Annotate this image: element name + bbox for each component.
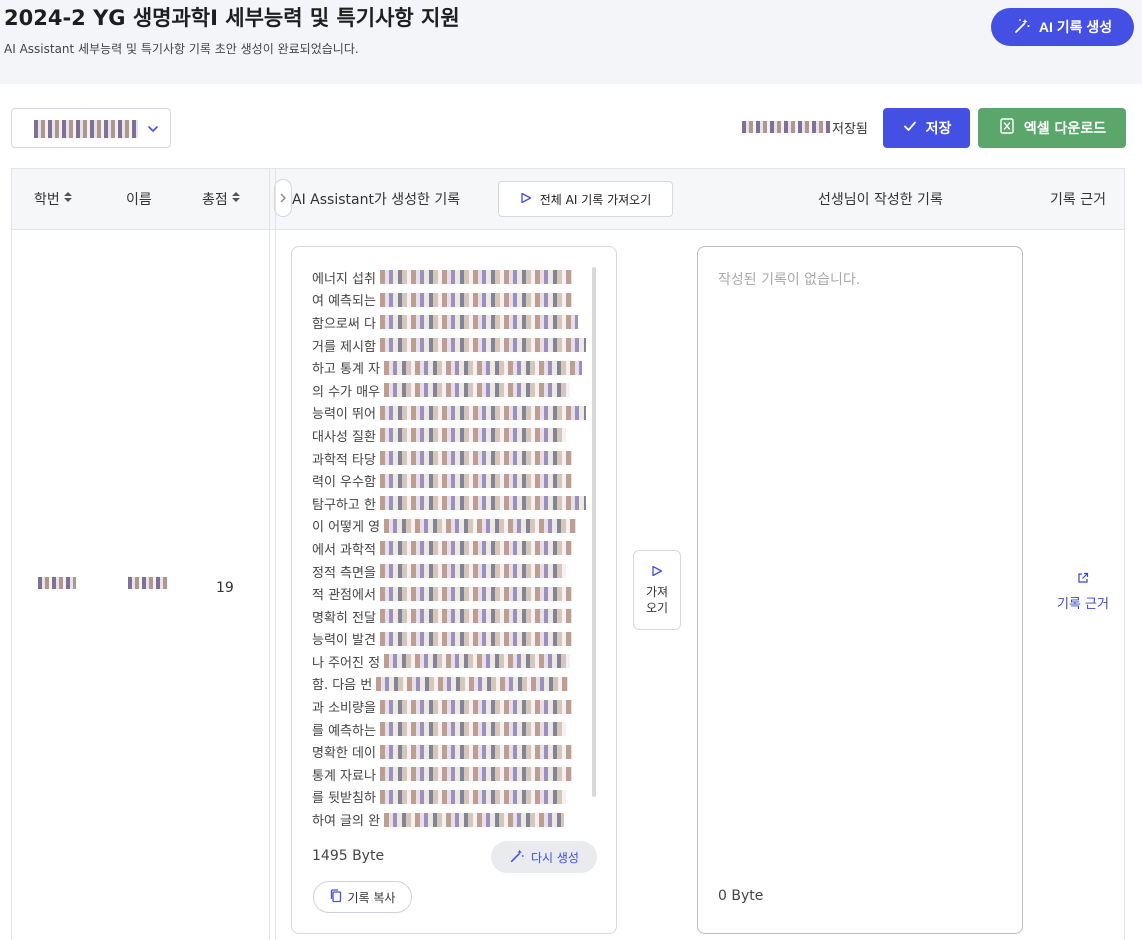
text-line: 함으로써 다 bbox=[312, 311, 590, 334]
teacher-record-textarea[interactable]: 작성된 기록이 없습니다. 0 Byte bbox=[697, 246, 1023, 934]
chevron-right-icon bbox=[279, 189, 287, 208]
evidence-header: 기록 근거 bbox=[1050, 192, 1106, 208]
text-line: 에서 과학적 bbox=[312, 537, 590, 560]
student-name-redacted bbox=[128, 577, 168, 589]
teacher-record-placeholder: 작성된 기록이 없습니다. bbox=[718, 272, 861, 288]
evidence-link[interactable]: 기록 근거 bbox=[1052, 572, 1114, 612]
save-button[interactable]: 저장 bbox=[883, 108, 970, 148]
text-line: 의 수가 매우 bbox=[312, 379, 590, 402]
ai-byte-count: 1495 Byte bbox=[312, 848, 385, 864]
saved-status: 저장됨 bbox=[742, 117, 868, 137]
check-icon bbox=[902, 118, 918, 138]
fetch-record-label: 가져오기 bbox=[645, 584, 669, 615]
text-line: 를 예측하는 bbox=[312, 718, 590, 741]
class-select[interactable] bbox=[11, 108, 171, 148]
text-line: 를 뒷받침하 bbox=[312, 786, 590, 809]
sort-student-id[interactable]: 학번 bbox=[34, 189, 73, 209]
text-line: 하고 통계 자 bbox=[312, 356, 590, 379]
text-line: 과 소비량을 bbox=[312, 695, 590, 718]
ai-generate-label: AI 기록 생성 bbox=[1038, 19, 1113, 35]
text-line: 거를 제시함 bbox=[312, 334, 590, 357]
ai-record-text[interactable]: 에너지 섭취 여 예측되는 함으로써 다 거를 제시함 하고 통계 자 의 수가… bbox=[312, 266, 590, 831]
copy-icon bbox=[330, 888, 342, 906]
page-subtitle: AI Assistant 세부능력 및 특기사항 기록 초안 생성이 완료되었습… bbox=[4, 42, 359, 56]
text-line: 과학적 타당 bbox=[312, 447, 590, 470]
regenerate-label: 다시 생성 bbox=[531, 850, 579, 865]
sort-icon bbox=[63, 191, 73, 207]
sort-score[interactable]: 총점 bbox=[202, 189, 241, 209]
text-line: 능력이 발견 bbox=[312, 628, 590, 651]
excel-label: 엑셀 다운로드 bbox=[1023, 121, 1107, 137]
saved-timestamp-redacted bbox=[742, 121, 830, 133]
chevron-down-icon bbox=[146, 121, 160, 140]
column-divider bbox=[269, 169, 270, 940]
text-line: 명확히 전달 bbox=[312, 605, 590, 628]
sort-icon bbox=[231, 191, 241, 207]
teacher-record-header: 선생님이 작성한 기록 bbox=[818, 192, 943, 208]
text-line: 력이 우수함 bbox=[312, 469, 590, 492]
table-header: 학번 이름 총점 AI Assistant가 생성한 기록 전체 AI 기록 가… bbox=[12, 169, 1124, 230]
text-line: 이 어떻게 영 bbox=[312, 515, 590, 538]
text-line: 탐구하고 한 bbox=[312, 492, 590, 515]
page-header: 2024-2 YG 생명과학I 세부능력 및 특기사항 지원 AI Assist… bbox=[0, 0, 1142, 84]
collapse-toggle[interactable] bbox=[274, 179, 292, 217]
magic-wand-icon bbox=[509, 848, 525, 867]
send-icon bbox=[520, 192, 532, 207]
teacher-byte-count: 0 Byte bbox=[718, 888, 764, 904]
text-line: 능력이 뛰어 bbox=[312, 402, 590, 425]
text-scrollbar[interactable] bbox=[592, 267, 596, 797]
copy-record-button[interactable]: 기록 복사 bbox=[313, 881, 412, 913]
ai-record-card: 에너지 섭취 여 예측되는 함으로써 다 거를 제시함 하고 통계 자 의 수가… bbox=[291, 246, 617, 934]
text-line: 적 관점에서 bbox=[312, 582, 590, 605]
copy-record-label: 기록 복사 bbox=[347, 890, 396, 905]
text-line: 정적 측면을 bbox=[312, 560, 590, 583]
text-line: 대사성 질환 bbox=[312, 424, 590, 447]
text-line: 명확한 데이 bbox=[312, 740, 590, 763]
name-header: 이름 bbox=[126, 192, 152, 208]
text-line: 에너지 섭취 bbox=[312, 266, 590, 289]
student-id-header: 학번 bbox=[34, 192, 60, 208]
saved-status-label: 저장됨 bbox=[832, 121, 868, 137]
excel-download-button[interactable]: 엑셀 다운로드 bbox=[978, 108, 1126, 148]
evidence-link-label: 기록 근거 bbox=[1057, 597, 1109, 612]
external-link-icon bbox=[1077, 572, 1089, 588]
fetch-all-label: 전체 AI 기록 가져오기 bbox=[539, 192, 652, 207]
fetch-record-button[interactable]: 가져오기 bbox=[633, 550, 681, 630]
regenerate-button[interactable]: 다시 생성 bbox=[491, 841, 597, 873]
send-icon bbox=[651, 565, 663, 580]
score-header: 총점 bbox=[202, 192, 228, 208]
class-select-value-redacted bbox=[34, 120, 138, 138]
text-line: 함. 다음 번 bbox=[312, 673, 590, 696]
magic-wand-icon bbox=[1013, 17, 1031, 38]
text-line: 나 주어진 정 bbox=[312, 650, 590, 673]
excel-icon bbox=[998, 117, 1016, 139]
score-value: 19 bbox=[216, 580, 234, 596]
column-divider bbox=[275, 169, 276, 940]
text-line: 통계 자료나 bbox=[312, 763, 590, 786]
save-label: 저장 bbox=[925, 121, 952, 137]
ai-record-header: AI Assistant가 생성한 기록 bbox=[292, 192, 461, 208]
text-line: 여 예측되는 bbox=[312, 289, 590, 312]
page-title: 2024-2 YG 생명과학I 세부능력 및 특기사항 지원 bbox=[4, 6, 460, 30]
fetch-all-button[interactable]: 전체 AI 기록 가져오기 bbox=[498, 181, 673, 217]
student-id-redacted bbox=[38, 577, 76, 589]
text-line: 하여 글의 완 bbox=[312, 808, 590, 831]
ai-generate-button[interactable]: AI 기록 생성 bbox=[991, 8, 1134, 46]
